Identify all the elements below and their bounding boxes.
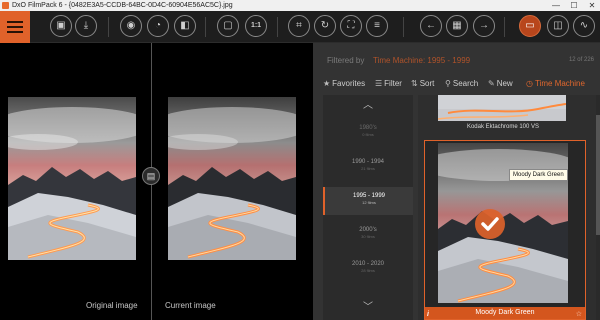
fit-to-screen-icon[interactable]: ▢ [217, 15, 239, 37]
split-handle-icon[interactable]: ▤ [142, 167, 160, 185]
period-1995-1999[interactable]: 1995 - 1999 12 films [323, 187, 413, 215]
film-thumbnail-label: Kodak Ektachrome 100 VS [466, 124, 540, 130]
save-image-icon[interactable]: ⤓ [75, 15, 97, 37]
preview-eye-icon[interactable]: ◉ [120, 15, 142, 37]
app-window: DxO FilmPack 6 - {0482E3A5-CCDB-64BC-0D4… [0, 0, 600, 320]
selected-checkmark-icon [475, 209, 505, 239]
maximize-button[interactable]: ☐ [566, 0, 582, 11]
original-image-caption: Original image [86, 301, 138, 310]
browser-tabs: ★ Favorites ☰ Filter ⇅ Sort ⚲ Search ✎ New ◷ T… [313, 77, 600, 93]
crop-icon[interactable]: ⌗ [288, 15, 310, 37]
result-count: 12 of 226 [568, 57, 594, 63]
list-filter-icon: ☰ [375, 79, 383, 88]
sort-icon: ⇅ [411, 79, 418, 88]
main-toolbar: ▣ ⤓ ◉ ◔ ◧ ▢ 1:1 ⌗ ↻ ⛶ ≡ ← ▦ → ▭ ◫ ∿ [0, 11, 600, 43]
hamburger-menu-button[interactable] [0, 11, 30, 43]
new-icon: ✎ [488, 79, 495, 88]
tab-time-machine[interactable]: ◷ Time Machine [526, 79, 585, 88]
period-2010-2020[interactable]: 2010 - 2020 28 films [323, 255, 413, 283]
compare-history-icon[interactable]: ◔ [147, 15, 169, 37]
close-button[interactable]: ✕ [584, 0, 600, 11]
info-icon[interactable]: i [427, 311, 429, 318]
open-image-icon[interactable]: ▣ [50, 15, 72, 37]
tab-sort[interactable]: ⇅ Sort [411, 79, 434, 88]
current-image-caption: Current image [165, 301, 216, 310]
split-view-icon[interactable]: ◧ [174, 15, 196, 37]
filter-bar: Filtered by Time Machine: 1995 - 1999 12… [313, 51, 600, 71]
time-machine-icon: ◷ [526, 79, 533, 88]
title-bar: DxO FilmPack 6 - {0482E3A5-CCDB-64BC-0D4… [0, 0, 600, 11]
info-panel-icon[interactable]: ◫ [547, 15, 569, 37]
histogram-icon[interactable]: ∿ [573, 15, 595, 37]
zoom-one-to-one-button[interactable]: 1:1 [245, 15, 267, 37]
current-image [168, 97, 296, 260]
tab-favorites[interactable]: ★ Favorites [323, 79, 365, 88]
filter-label: Filtered by [327, 56, 365, 65]
selected-film-card[interactable]: Moody Dark Green Moody Dark Green i ☆ [424, 140, 586, 320]
straighten-icon[interactable]: ⛶ [340, 15, 362, 37]
scroll-up-chevron-icon[interactable]: ︿ [363, 101, 373, 111]
next-image-icon[interactable]: → [473, 15, 495, 37]
window-title: DxO FilmPack 6 - {0482E3A5-CCDB-64BC-0D4… [12, 2, 233, 9]
star-icon: ★ [323, 79, 331, 88]
app-icon [2, 2, 9, 9]
thumbnail-scrollbar-thumb[interactable] [596, 115, 600, 235]
original-image [8, 97, 136, 260]
adjustments-icon[interactable]: ≡ [366, 15, 388, 37]
time-machine-timeline: ︿ 1980's 0 films 1990 - 1994 21 films 19… [323, 95, 413, 320]
film-thumbnail[interactable] [438, 95, 566, 121]
tab-search[interactable]: ⚲ Search [445, 79, 478, 88]
selected-film-label: Moody Dark Green [425, 307, 585, 319]
film-browser-icon[interactable]: ▭ [519, 15, 541, 37]
previous-image-icon[interactable]: ← [420, 15, 442, 37]
period-1980s[interactable]: 1980's 0 films [323, 119, 413, 147]
film-thumbnails: Kodak Ektachrome 100 VS Moody Dark Green… [418, 95, 600, 320]
favorite-star-icon[interactable]: ☆ [576, 310, 582, 318]
film-browser-panel: Filtered by Time Machine: 1995 - 1999 12… [313, 43, 600, 320]
tab-filter[interactable]: ☰ Filter [375, 79, 402, 88]
filter-value[interactable]: Time Machine: 1995 - 1999 [373, 56, 470, 65]
scroll-down-chevron-icon[interactable]: ﹀ [363, 303, 373, 313]
grid-view-icon[interactable]: ▦ [446, 15, 468, 37]
minimize-button[interactable]: — [548, 0, 564, 11]
film-tooltip: Moody Dark Green [509, 169, 568, 181]
period-1990-1994[interactable]: 1990 - 1994 21 films [323, 153, 413, 181]
image-viewer[interactable]: ▤ Original image Current image [0, 43, 312, 320]
rotate-icon[interactable]: ↻ [314, 15, 336, 37]
tab-new[interactable]: ✎ New [488, 79, 513, 88]
period-2000s[interactable]: 2000's 30 films [323, 221, 413, 249]
search-icon: ⚲ [445, 79, 451, 88]
